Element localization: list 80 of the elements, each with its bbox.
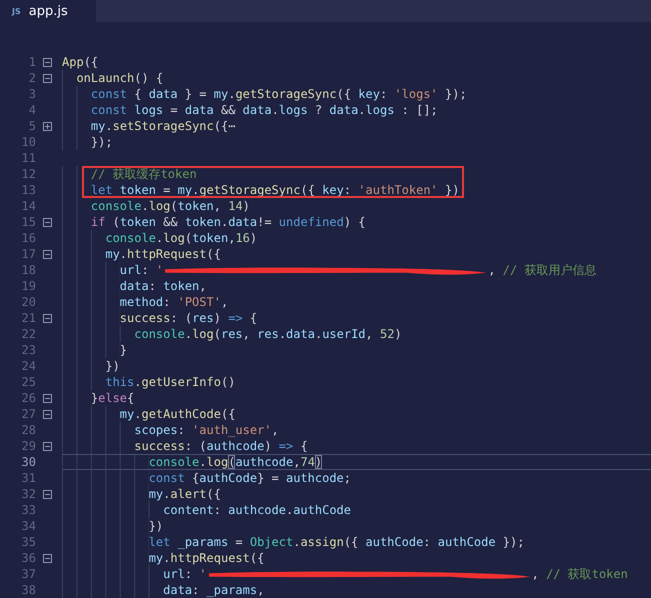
code-line: method: 'POST', bbox=[62, 294, 651, 310]
line-number: 2 bbox=[28, 71, 36, 85]
line-number: 12 bbox=[20, 167, 36, 181]
collapse-icon[interactable] bbox=[43, 314, 52, 322]
collapse-icon[interactable] bbox=[43, 490, 52, 498]
code-line: let token = my.getStorageSync({ key: 'authToken' }) bbox=[62, 182, 651, 198]
file-tab[interactable]: JS app.js bbox=[0, 0, 96, 22]
line-number: 26 bbox=[20, 391, 36, 405]
code-line: scopes: 'auth_user', bbox=[62, 422, 651, 438]
line-number: 4 bbox=[28, 103, 36, 117]
line-number: 32 bbox=[20, 487, 36, 501]
line-number: 19 bbox=[20, 279, 36, 293]
code-line: if (token && token.data!= undefined) { bbox=[62, 214, 651, 230]
code-line: data: _params, bbox=[62, 582, 651, 598]
code-line: console.log(token, 14) bbox=[62, 198, 651, 214]
collapse-icon[interactable] bbox=[43, 554, 52, 562]
code-line: }else{ bbox=[62, 390, 651, 406]
js-file-icon: JS bbox=[12, 6, 21, 16]
code-line: my.httpRequest({ bbox=[62, 246, 651, 262]
code-line: }) bbox=[62, 358, 651, 374]
line-number: 24 bbox=[20, 359, 36, 373]
line-number: 28 bbox=[20, 423, 36, 437]
line-number: 1 bbox=[28, 55, 36, 69]
code-line: my.getAuthCode({ bbox=[62, 406, 651, 422]
code-line: data: token, bbox=[62, 278, 651, 294]
line-number: 17 bbox=[20, 247, 36, 261]
line-number: 5 bbox=[28, 119, 36, 133]
code-line: const { data } = my.getStorageSync({ key: 'logs' }); bbox=[62, 86, 651, 102]
collapse-icon[interactable] bbox=[43, 58, 52, 66]
code-line: const logs = data && data.logs ? data.logs : []; bbox=[62, 102, 651, 118]
code-line: this.getUserInfo() bbox=[62, 374, 651, 390]
line-number: 22 bbox=[20, 327, 36, 341]
line-number: 13 bbox=[20, 183, 36, 197]
line-number: 21 bbox=[20, 311, 36, 325]
collapse-icon[interactable] bbox=[43, 74, 52, 82]
line-number: 37 bbox=[20, 567, 36, 581]
line-number: 16 bbox=[20, 231, 36, 245]
code-line: const {authCode} = authcode; bbox=[62, 470, 651, 486]
code-line: my.httpRequest({ bbox=[62, 550, 651, 566]
expand-icon[interactable] bbox=[43, 122, 52, 130]
collapse-icon[interactable] bbox=[43, 218, 52, 226]
line-number: 29 bbox=[20, 439, 36, 453]
code-line: my.alert({ bbox=[62, 486, 651, 502]
code-line: success: (authcode) => { bbox=[62, 438, 651, 454]
code-line: my.setStorageSync({⋯ bbox=[62, 118, 651, 134]
line-number: 23 bbox=[20, 343, 36, 357]
code-line: }); bbox=[62, 134, 651, 150]
code-line: content: authcode.authCode bbox=[62, 502, 651, 518]
collapse-icon[interactable] bbox=[43, 410, 52, 418]
collapse-icon[interactable] bbox=[43, 394, 52, 402]
collapse-icon[interactable] bbox=[43, 442, 52, 450]
line-number: 11 bbox=[20, 151, 36, 165]
line-number: 38 bbox=[20, 583, 36, 597]
line-number: 35 bbox=[20, 535, 36, 549]
code-line: onLaunch() { bbox=[62, 70, 651, 86]
code-line: console.log(res, res.data.userId, 52) bbox=[62, 326, 651, 342]
line-number: 33 bbox=[20, 503, 36, 517]
code-line: // 获取缓存token bbox=[62, 166, 651, 182]
line-number: 20 bbox=[20, 295, 36, 309]
line-number: 18 bbox=[20, 263, 36, 277]
line-number: 10 bbox=[20, 135, 36, 149]
code-line: let _params = Object.assign({ authCode: authCode }); bbox=[62, 534, 651, 550]
collapse-icon[interactable] bbox=[43, 250, 52, 258]
code-line: success: (res) => { bbox=[62, 310, 651, 326]
code-line: url: ' , // 获取用户信息 bbox=[62, 262, 651, 278]
code-line: App({ bbox=[62, 54, 100, 70]
code-line: }) bbox=[62, 518, 651, 534]
line-number: 31 bbox=[20, 471, 36, 485]
line-number: 36 bbox=[20, 551, 36, 565]
code-line: console.log(authcode,74) bbox=[62, 454, 651, 470]
code-line: } bbox=[62, 342, 651, 358]
line-number: 15 bbox=[20, 215, 36, 229]
code-line: url: ' , // 获取token bbox=[62, 566, 651, 582]
line-number: 30 bbox=[20, 455, 36, 469]
line-number: 34 bbox=[20, 519, 36, 533]
line-number: 3 bbox=[28, 87, 36, 101]
line-number: 25 bbox=[20, 375, 36, 389]
line-number: 27 bbox=[20, 407, 36, 421]
code-line: console.log(token,16) bbox=[62, 230, 651, 246]
line-number: 14 bbox=[20, 199, 36, 213]
